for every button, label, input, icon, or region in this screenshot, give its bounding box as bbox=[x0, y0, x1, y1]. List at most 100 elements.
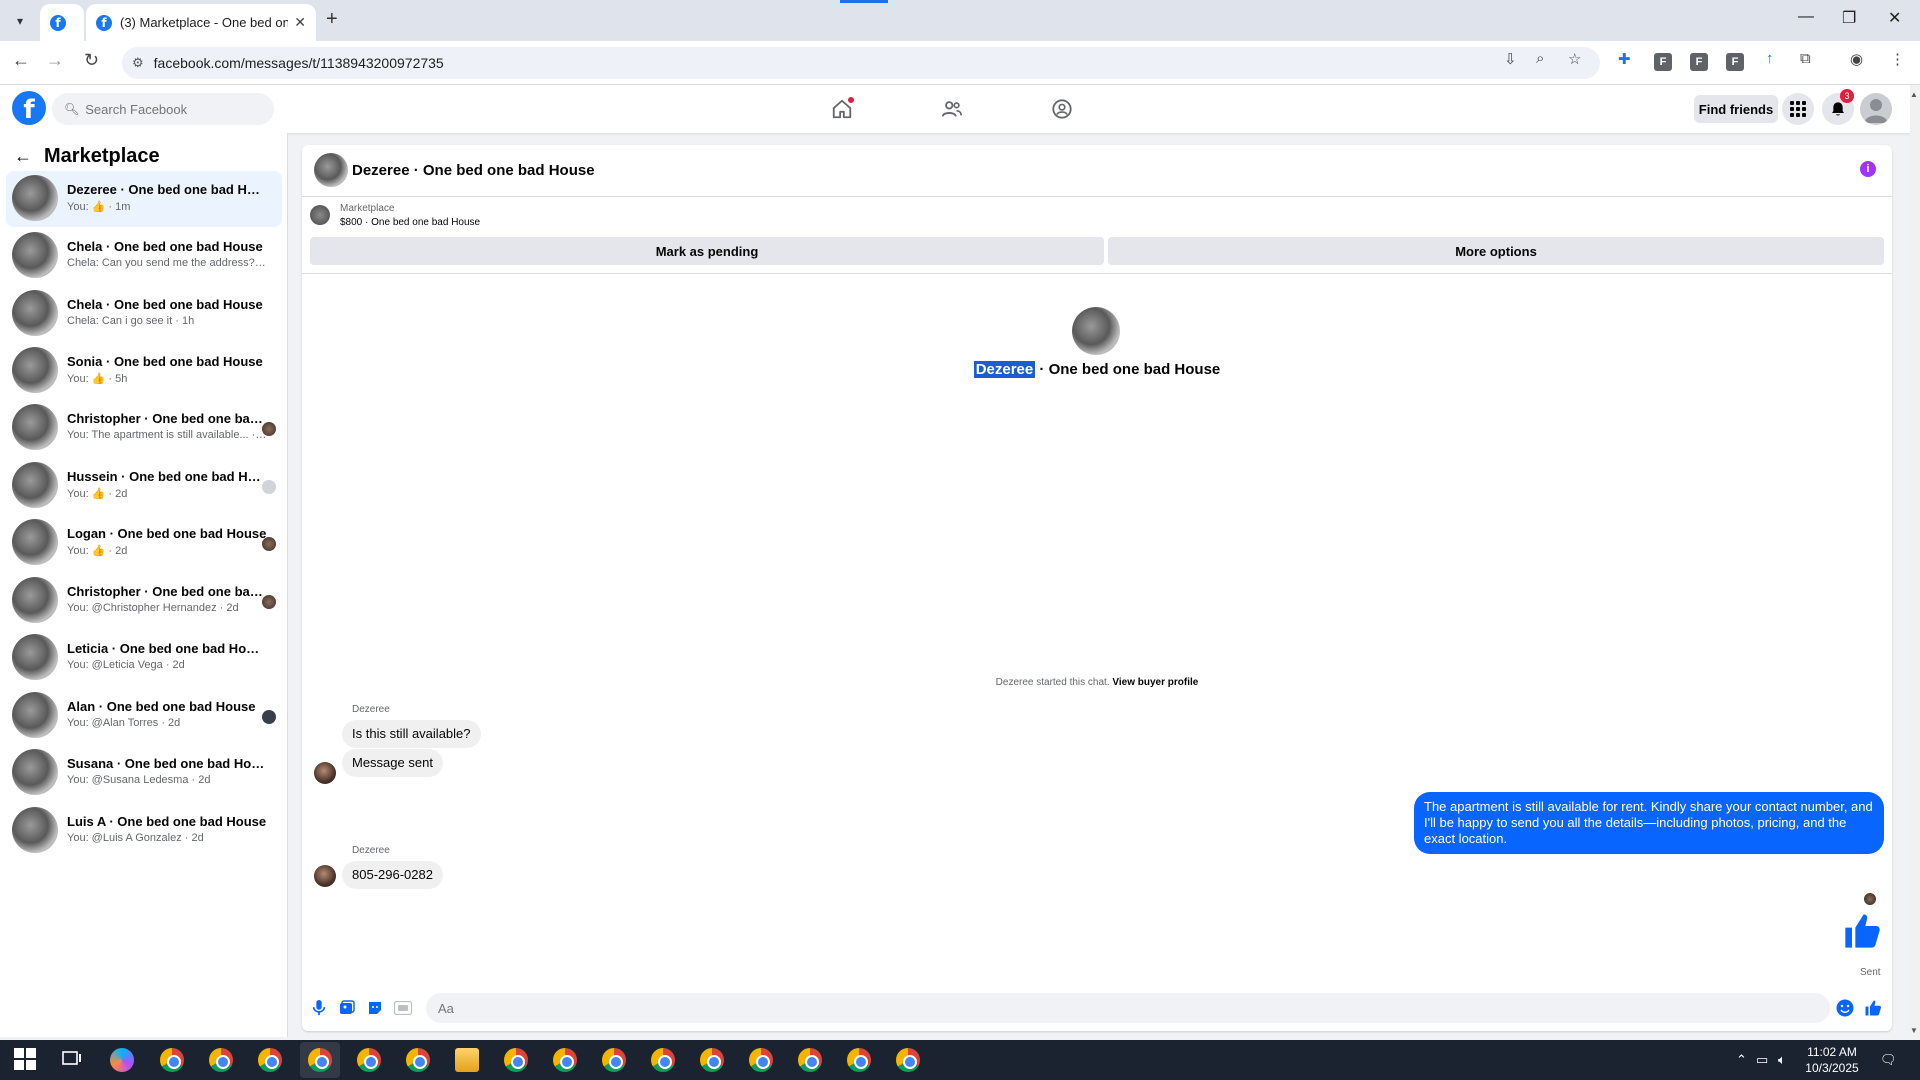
conversation-name: Dezeree · One bed one bad House bbox=[67, 182, 267, 197]
microphone-icon[interactable] bbox=[310, 999, 328, 1017]
thumbs-up-icon[interactable] bbox=[1842, 911, 1882, 951]
tray-overflow-chevron-icon[interactable]: ⌃ bbox=[1736, 1052, 1747, 1068]
install-app-icon[interactable]: ⇩ bbox=[1504, 50, 1517, 68]
scroll-up-arrow-icon[interactable]: ▲ bbox=[1910, 90, 1918, 99]
conversation-heading-rest: · One bed one bad House bbox=[1035, 361, 1221, 378]
minimize-icon[interactable]: — bbox=[1798, 8, 1814, 26]
browser-menu-icon[interactable]: ⋮ bbox=[1890, 50, 1905, 68]
browser-toolbar: ← → ↻ ⚙ facebook.com/messages/t/11389432… bbox=[0, 41, 1920, 85]
network-icon[interactable]: ▭ bbox=[1756, 1052, 1768, 1068]
conversation-item[interactable]: Alan · One bed one bad House You: @Alan … bbox=[6, 688, 282, 744]
emoji-icon[interactable] bbox=[1836, 999, 1854, 1017]
extension-f-icon[interactable]: F bbox=[1690, 53, 1708, 71]
chat-avatar[interactable] bbox=[314, 153, 348, 187]
chrome-taskbar-icon[interactable] bbox=[357, 1048, 381, 1072]
system-clock[interactable]: 11:02 AM 10/3/2025 bbox=[1792, 1044, 1872, 1076]
page-scrollbar[interactable] bbox=[1910, 85, 1920, 1037]
reload-icon[interactable]: ↻ bbox=[84, 50, 99, 71]
conversation-item[interactable]: Susana · One bed one bad House You: @Sus… bbox=[6, 745, 282, 801]
chrome-taskbar-icon[interactable] bbox=[602, 1048, 626, 1072]
view-buyer-profile-link[interactable]: View buyer profile bbox=[1112, 677, 1198, 688]
conversation-preview: You: 👍 · 5h bbox=[67, 373, 128, 385]
chrome-taskbar-icon[interactable] bbox=[798, 1048, 822, 1072]
windows-start-icon[interactable] bbox=[14, 1048, 38, 1072]
chrome-taskbar-icon[interactable] bbox=[406, 1048, 430, 1072]
close-window-icon[interactable]: ✕ bbox=[1888, 8, 1901, 28]
groups-icon[interactable] bbox=[1050, 97, 1074, 121]
file-explorer-icon[interactable] bbox=[455, 1048, 479, 1072]
account-avatar[interactable] bbox=[1860, 93, 1892, 125]
extension-f-icon[interactable]: F bbox=[1726, 53, 1744, 71]
back-arrow-icon[interactable]: ← bbox=[14, 146, 32, 167]
conversation-name: Luis A · One bed one bad House bbox=[67, 814, 267, 829]
copilot-icon[interactable] bbox=[110, 1048, 134, 1072]
conversation-item[interactable]: Christopher · One bed one bad ... You: @… bbox=[6, 573, 282, 629]
chrome-taskbar-icon[interactable] bbox=[308, 1048, 332, 1072]
volume-icon[interactable]: 🔈︎ bbox=[1778, 1052, 1786, 1068]
like-send-icon[interactable] bbox=[1864, 999, 1882, 1017]
conversation-item[interactable]: Logan · One bed one bad House You: 👍 · 2… bbox=[6, 515, 282, 571]
menu-grid-icon[interactable] bbox=[1782, 93, 1814, 125]
chat-title[interactable]: Dezeree · One bed one bad House bbox=[352, 162, 595, 179]
extension-f-icon[interactable]: F bbox=[1654, 53, 1672, 71]
extensions-icon[interactable]: ⧉ bbox=[1800, 50, 1811, 67]
more-options-button[interactable]: More options bbox=[1108, 237, 1884, 265]
task-view-icon[interactable] bbox=[60, 1048, 84, 1072]
facebook-logo-icon[interactable]: f bbox=[12, 91, 46, 125]
scroll-down-arrow-icon[interactable]: ▼ bbox=[1910, 1026, 1918, 1035]
search-box[interactable]: 🔍︎ bbox=[52, 93, 274, 125]
forward-icon[interactable]: → bbox=[46, 50, 64, 71]
conversation-preview: Chela: Can you send me the address? · 50… bbox=[67, 257, 267, 269]
incoming-message[interactable]: 805-296-0282 bbox=[342, 861, 443, 889]
tab-search-chevron-icon[interactable]: ▾ bbox=[8, 9, 32, 33]
chrome-taskbar-icon[interactable] bbox=[504, 1048, 528, 1072]
profile-icon[interactable]: ◉ bbox=[1850, 50, 1863, 68]
profile-avatar[interactable] bbox=[1072, 307, 1120, 355]
find-friends-button[interactable]: Find friends bbox=[1694, 95, 1778, 123]
chrome-taskbar-icon[interactable] bbox=[749, 1048, 773, 1072]
extension-puzzle-icon[interactable]: ✚ bbox=[1618, 50, 1631, 68]
notification-center-icon[interactable]: 🗨︎ bbox=[1880, 1052, 1897, 1068]
zoom-icon[interactable]: ⌕ bbox=[1536, 50, 1544, 67]
chrome-taskbar-icon[interactable] bbox=[896, 1048, 920, 1072]
chrome-taskbar-icon[interactable] bbox=[651, 1048, 675, 1072]
tab-facebook-pinned[interactable]: f bbox=[40, 4, 84, 41]
chrome-taskbar-icon[interactable] bbox=[553, 1048, 577, 1072]
conversation-item[interactable]: Chela · One bed one bad House Chela: Can… bbox=[6, 228, 282, 284]
restore-icon[interactable]: ❐ bbox=[1842, 8, 1856, 28]
chrome-taskbar-icon[interactable] bbox=[209, 1048, 233, 1072]
sender-avatar[interactable] bbox=[314, 865, 336, 887]
chrome-taskbar-icon[interactable] bbox=[160, 1048, 184, 1072]
search-input[interactable] bbox=[85, 101, 266, 117]
photo-icon[interactable] bbox=[338, 999, 356, 1017]
tab-marketplace[interactable]: f (3) Marketplace - One bed one ✕ bbox=[86, 4, 316, 41]
gif-icon[interactable] bbox=[394, 999, 412, 1017]
conversation-item[interactable]: Luis A · One bed one bad House You: @Lui… bbox=[6, 803, 282, 859]
conversation-name: Logan · One bed one bad House bbox=[67, 526, 267, 541]
sender-avatar[interactable] bbox=[314, 762, 336, 784]
conversation-item[interactable]: Hussein · One bed one bad House You: 👍 ·… bbox=[6, 458, 282, 514]
conversation-item[interactable]: Leticia · One bed one bad House You: @Le… bbox=[6, 630, 282, 686]
conversation-item[interactable]: Dezeree · One bed one bad House You: 👍 ·… bbox=[6, 171, 282, 227]
conversation-item[interactable]: Chela · One bed one bad House Chela: Can… bbox=[6, 286, 282, 342]
conversation-item[interactable]: Sonia · One bed one bad House You: 👍 · 5… bbox=[6, 343, 282, 399]
tab-close-icon[interactable]: ✕ bbox=[294, 14, 306, 31]
new-tab-icon[interactable]: + bbox=[326, 8, 338, 31]
back-icon[interactable]: ← bbox=[12, 50, 30, 71]
chrome-taskbar-icon[interactable] bbox=[258, 1048, 282, 1072]
site-info-icon[interactable]: ⚙ bbox=[132, 55, 144, 71]
chrome-taskbar-icon[interactable] bbox=[700, 1048, 724, 1072]
address-bar[interactable]: ⚙ facebook.com/messages/t/11389432009727… bbox=[122, 47, 1600, 79]
chrome-taskbar-icon[interactable] bbox=[847, 1048, 871, 1072]
friends-icon[interactable] bbox=[940, 97, 964, 121]
mark-as-pending-button[interactable]: Mark as pending bbox=[310, 237, 1104, 265]
extension-pin-icon[interactable]: ↑ bbox=[1766, 50, 1774, 67]
incoming-message[interactable]: Message sent bbox=[342, 749, 443, 777]
message-input[interactable] bbox=[426, 993, 1830, 1023]
info-icon[interactable]: i bbox=[1860, 161, 1876, 177]
sticker-icon[interactable] bbox=[366, 999, 384, 1017]
outgoing-message[interactable]: The apartment is still available for ren… bbox=[1414, 792, 1884, 854]
incoming-message[interactable]: Is this still available? bbox=[342, 720, 481, 748]
bookmark-star-icon[interactable]: ☆ bbox=[1568, 50, 1581, 68]
conversation-item[interactable]: Christopher · One bed one bad ... You: T… bbox=[6, 400, 282, 456]
